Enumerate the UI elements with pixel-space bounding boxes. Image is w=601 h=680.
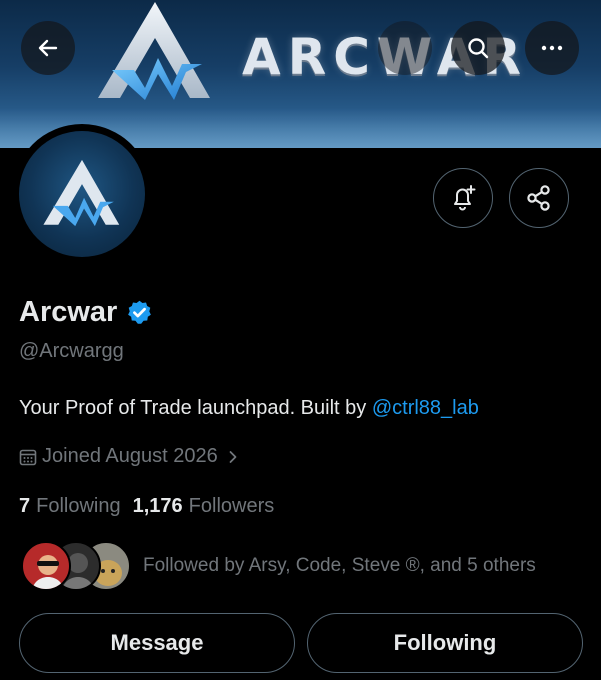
arcwar-logo-avatar: [43, 159, 120, 227]
follower-avatar: [21, 541, 71, 591]
bell-plus-icon: [454, 185, 476, 211]
followers-count: 1,176: [132, 495, 183, 517]
back-arrow-icon: [38, 39, 58, 57]
calendar-icon: [19, 449, 37, 465]
followed-by-row[interactable]: Followed by Arsy, Code, Steve ®, and 5 o…: [21, 541, 536, 591]
profile-handle: @Arcwargg: [19, 340, 124, 362]
arcwar-logo-banner: [98, 2, 210, 100]
notify-button[interactable]: [433, 168, 493, 228]
joined-date[interactable]: Joined August 2026: [19, 445, 240, 468]
bio-text: Your Proof of Trade launchpad. Built by: [19, 397, 372, 419]
more-button[interactable]: [525, 21, 579, 75]
chevron-right-icon: [229, 450, 237, 463]
more-icon: [541, 45, 563, 51]
profile-bio: Your Proof of Trade launchpad. Built by …: [19, 397, 479, 420]
joined-text: Joined August 2026: [42, 445, 218, 467]
avatar[interactable]: [12, 124, 152, 264]
search-button[interactable]: [451, 21, 505, 75]
back-button[interactable]: [21, 21, 75, 75]
search-icon: [468, 38, 489, 59]
bio-mention-link[interactable]: @ctrl88_lab: [372, 397, 479, 419]
followers-stat[interactable]: 1,176 Followers: [133, 495, 275, 518]
following-button[interactable]: Following: [307, 613, 583, 673]
verified-badge-icon[interactable]: [126, 299, 153, 326]
followers-label: Followers: [188, 495, 275, 517]
following-label: Following: [36, 495, 121, 517]
share-icon: [527, 185, 550, 211]
following-count: 7: [19, 495, 31, 517]
profile-name: Arcwar: [19, 296, 118, 328]
follow-stats: 7 Following 1,176 Followers: [19, 495, 274, 518]
share-button[interactable]: [509, 168, 569, 228]
banner-overlay-button[interactable]: [378, 21, 432, 75]
message-button[interactable]: Message: [19, 613, 295, 673]
name-row: Arcwar: [19, 296, 153, 329]
followed-by-text: Followed by Arsy, Code, Steve ®, and 5 o…: [143, 555, 536, 576]
following-stat[interactable]: 7 Following: [19, 495, 121, 518]
